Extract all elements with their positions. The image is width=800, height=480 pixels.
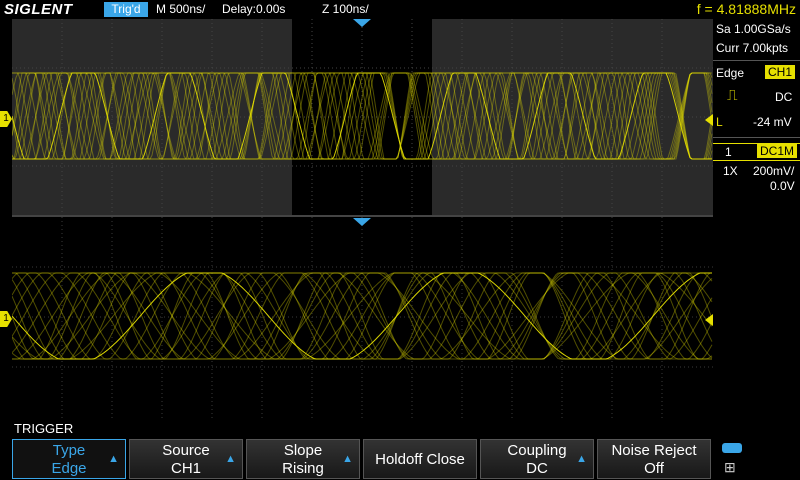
network-icon: ⊞	[724, 459, 736, 475]
vertical-offset: 0.0V	[770, 179, 795, 193]
memory-depth: Curr 7.00kpts	[716, 41, 789, 55]
holdoff-softkey[interactable]: Holdoff Close	[363, 439, 477, 479]
info-panel: Sa 1.00GSa/s Curr 7.00kpts Edge CH1 ⎍ DC…	[713, 19, 800, 420]
brand-logo: SIGLENT	[4, 1, 73, 18]
noise-reject-value: Off	[644, 460, 664, 477]
main-timebase[interactable]: M 500ns/	[156, 2, 205, 17]
type-softkey[interactable]: Type Edge ▲	[12, 439, 126, 479]
noise-reject-softkey[interactable]: Noise Reject Off	[597, 439, 711, 479]
trigger-coupling: DC	[775, 90, 793, 104]
trigger-level: -24 mV	[753, 115, 792, 129]
channel-impedance: DC1M	[757, 144, 798, 158]
slope-softkey[interactable]: Slope Rising ▲	[246, 439, 360, 479]
trigger-level-label: L	[716, 115, 723, 129]
probe-ratio: 1X	[723, 164, 738, 178]
usb-icon	[722, 443, 742, 453]
arrow-up-icon: ▲	[108, 453, 119, 465]
trigger-status-badge[interactable]: Trig'd	[104, 2, 148, 17]
trigger-type: Edge	[716, 66, 745, 80]
source-softkey[interactable]: Source CH1 ▲	[129, 439, 243, 479]
trigger-source-badge: CH1	[765, 65, 796, 79]
coupling-softkey[interactable]: Coupling DC ▲	[480, 439, 594, 479]
menu-title: TRIGGER	[14, 421, 74, 436]
status-bar: SIGLENT Trig'd M 500ns/ Delay:0.00s Z 10…	[0, 0, 800, 19]
frequency-counter: f = 4.81888MHz	[696, 1, 796, 17]
rising-edge-icon: ⎍	[727, 87, 738, 104]
channel1-offset-marker-main[interactable]: 1	[0, 111, 12, 127]
arrow-up-icon: ▲	[225, 453, 236, 465]
channel1-offset-marker-zoom[interactable]: 1	[0, 311, 12, 327]
vertical-scale: 200mV/	[753, 164, 795, 178]
softkey-menu: Type Edge ▲ Source CH1 ▲ Slope Rising ▲ …	[0, 437, 800, 480]
noise-reject-label: Noise Reject	[611, 442, 697, 459]
channel-number[interactable]: 1	[725, 145, 732, 159]
arrow-up-icon: ▲	[576, 453, 587, 465]
zoom-timebase[interactable]: Z 100ns/	[322, 2, 369, 17]
arrow-up-icon: ▲	[342, 453, 353, 465]
trigger-delay[interactable]: Delay:0.00s	[222, 2, 285, 17]
waveform-display[interactable]	[12, 19, 713, 420]
sample-rate: Sa 1.00GSa/s	[716, 22, 791, 36]
holdoff-label: Holdoff Close	[375, 451, 465, 468]
